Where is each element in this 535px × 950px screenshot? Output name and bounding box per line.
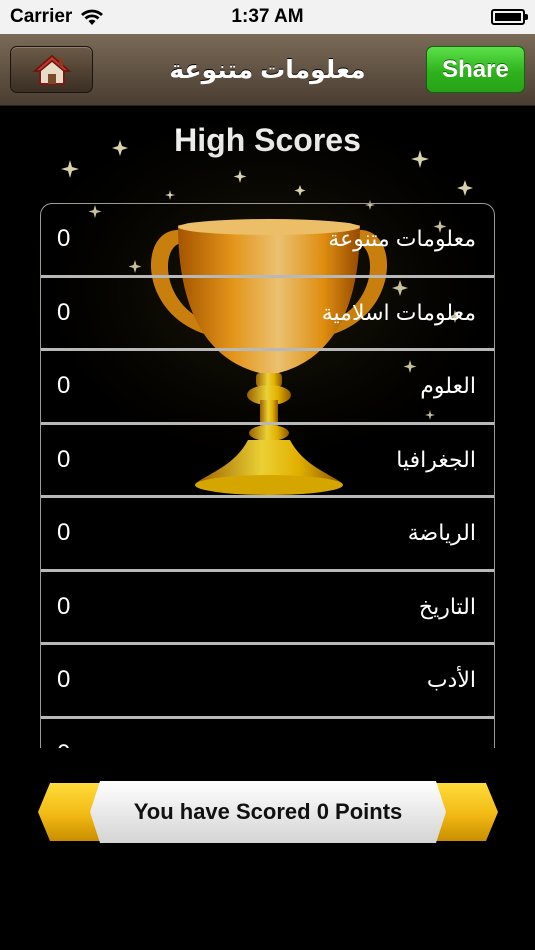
score-row[interactable]: 0 الأدب (41, 645, 494, 719)
nav-title: معلومات متنوعة (169, 56, 366, 84)
score-row[interactable]: 0 التاريخ (41, 571, 494, 645)
high-scores-screen: Carrier 1:37 AM معلومات متنوعة Share Hig… (0, 0, 535, 950)
score-row[interactable]: 0 (41, 718, 494, 748)
carrier-label: Carrier (10, 6, 73, 27)
score-value: 0 (57, 740, 70, 748)
navigation-bar: معلومات متنوعة Share (0, 34, 535, 106)
battery-icon (491, 9, 528, 25)
status-bar: Carrier 1:37 AM (0, 0, 535, 34)
score-banner: You have Scored 0 Points (38, 779, 498, 845)
score-summary-text: You have Scored 0 Points (133, 799, 403, 824)
category-name: التاريخ (418, 593, 476, 619)
score-row[interactable]: 0 الرياضة (41, 498, 494, 572)
category-name: العلوم (420, 373, 476, 399)
home-icon (31, 54, 72, 85)
wifi-icon (81, 9, 104, 25)
score-value: 0 (57, 519, 71, 547)
category-name: الرياضة (407, 520, 476, 546)
category-name: معلومات متنوعة (328, 226, 476, 252)
share-button[interactable]: Share (426, 46, 525, 93)
score-value: 0 (57, 445, 71, 473)
score-value: 0 (57, 225, 71, 253)
scores-table[interactable]: 0 معلومات متنوعة 0 معلومات اسلامية 0 الع… (40, 203, 495, 748)
battery-level (495, 13, 521, 21)
score-row[interactable]: 0 معلومات متنوعة (41, 204, 494, 278)
score-row[interactable]: 0 الجغرافيا (41, 424, 494, 498)
category-name: معلومات اسلامية (321, 299, 476, 325)
score-value: 0 (57, 372, 71, 400)
home-button[interactable] (10, 46, 93, 93)
score-value: 0 (57, 666, 71, 694)
score-row[interactable]: 0 معلومات اسلامية (41, 277, 494, 351)
score-value: 0 (57, 592, 71, 620)
status-left: Carrier (10, 6, 104, 28)
category-name: الجغرافيا (396, 446, 476, 472)
score-row[interactable]: 0 العلوم (41, 351, 494, 425)
category-name: الأدب (426, 667, 476, 693)
score-value: 0 (57, 298, 71, 326)
